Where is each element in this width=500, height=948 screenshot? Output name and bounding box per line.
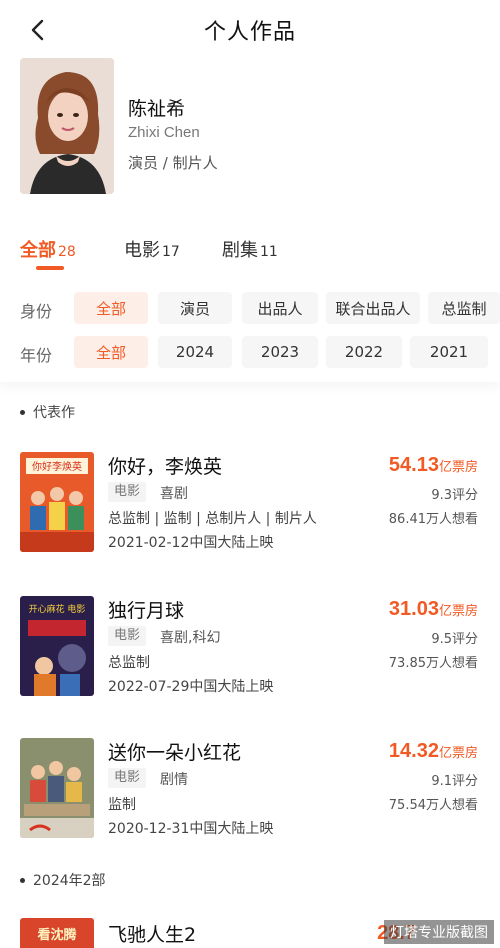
tab-series[interactable]: 剧集 11 bbox=[222, 236, 278, 262]
section-header-2024: 2024年2部 bbox=[20, 870, 106, 890]
year-chip-2024[interactable]: 2024 bbox=[158, 336, 232, 368]
section-title: 代表作 bbox=[33, 405, 75, 421]
bullet-dot bbox=[20, 409, 25, 415]
filter-label-year: 年份 bbox=[20, 346, 53, 365]
box-office-value: 54.13 bbox=[388, 454, 439, 476]
section-title: 2024年2部 bbox=[33, 873, 106, 889]
movie-poster: 你好李焕英 bbox=[20, 452, 94, 552]
movie-release: 2021-02-12中国大陆上映 bbox=[108, 535, 274, 551]
movie-poster: 开心麻花 电影 bbox=[20, 596, 94, 696]
movie-title: 飞驰人生2 bbox=[108, 924, 197, 946]
filter-row-identity: 身份 全部 演员 出品人 联合出品人 总监制 bbox=[0, 292, 500, 326]
poster-title-text: 开心麻花 电影 bbox=[29, 603, 86, 615]
movie-want-count: 86.41万人想看 bbox=[388, 512, 478, 527]
watermark: 灯塔专业版截图 bbox=[384, 920, 494, 944]
movie-score: 9.3评分 bbox=[431, 488, 478, 503]
tab-all-count: 28 bbox=[58, 244, 76, 260]
identity-chip-actor[interactable]: 演员 bbox=[158, 292, 232, 324]
poster-title-text: 看沈腾 bbox=[37, 928, 77, 943]
box-office-value: 14.32 bbox=[388, 740, 439, 762]
tab-all-label: 全部 bbox=[20, 240, 56, 261]
tab-movies-label: 电影 bbox=[124, 240, 160, 261]
movie-release: 2020-12-31中国大陆上映 bbox=[108, 821, 274, 837]
filter-panel: 身份 全部 演员 出品人 联合出品人 总监制 年份 全部 2024 2023 2… bbox=[0, 278, 500, 382]
movie-title: 独行月球 bbox=[108, 600, 185, 622]
movie-type-tag: 电影 bbox=[108, 626, 147, 646]
tab-all[interactable]: 全部 28 bbox=[20, 236, 76, 262]
avatar[interactable] bbox=[20, 58, 114, 194]
movie-roles: 总监制 | 监制 | 总制片人 | 制片人 bbox=[108, 511, 317, 527]
filter-label-identity: 身份 bbox=[20, 302, 53, 321]
movie-title: 送你一朵小红花 bbox=[108, 742, 242, 764]
movie-type-tag: 电影 bbox=[108, 482, 147, 502]
filter-row-year: 年份 全部 2024 2023 2022 2021 bbox=[0, 336, 500, 370]
year-chip-all[interactable]: 全部 bbox=[74, 336, 148, 368]
movie-genre: 剧情 bbox=[160, 772, 188, 788]
tab-bar: 全部 28 电影 17 剧集 11 bbox=[0, 228, 500, 274]
box-office-value: 31.03 bbox=[388, 598, 439, 620]
person-english-name: Zhixi Chen bbox=[128, 124, 200, 141]
tab-series-label: 剧集 bbox=[222, 240, 258, 261]
tab-movies-count: 17 bbox=[162, 244, 180, 260]
box-office: 14.32亿票房 bbox=[389, 740, 478, 763]
identity-chip-chief-supervisor[interactable]: 总监制 bbox=[428, 292, 500, 324]
page-title: 个人作品 bbox=[203, 20, 296, 45]
movie-roles: 监制 bbox=[108, 797, 136, 813]
box-office: 31.03亿票房 bbox=[389, 598, 478, 621]
year-chip-2022[interactable]: 2022 bbox=[326, 336, 402, 368]
identity-chip-producer[interactable]: 出品人 bbox=[242, 292, 318, 324]
bullet-dot bbox=[20, 877, 25, 883]
movie-genre: 喜剧 bbox=[160, 486, 188, 502]
active-tab-indicator bbox=[36, 266, 64, 270]
movie-want-count: 73.85万人想看 bbox=[388, 656, 478, 671]
movie-roles: 总监制 bbox=[108, 655, 150, 671]
movie-want-count: 75.54万人想看 bbox=[388, 798, 478, 813]
person-name: 陈祉希 bbox=[128, 98, 186, 120]
section-header-representative: 代表作 bbox=[20, 402, 75, 422]
movie-release: 2022-07-29中国大陆上映 bbox=[108, 679, 274, 695]
movie-item[interactable]: 送你一朵小红花 电影 剧情 监制 2020-12-31中国大陆上映 14.32亿… bbox=[20, 738, 480, 842]
year-chip-2023[interactable]: 2023 bbox=[242, 336, 318, 368]
year-chip-2021[interactable]: 2021 bbox=[410, 336, 488, 368]
profile-card: 陈祉希 Zhixi Chen 演员 / 制片人 bbox=[20, 58, 480, 196]
tab-movies[interactable]: 电影 17 bbox=[124, 236, 180, 262]
header-bar: 个人作品 bbox=[0, 0, 500, 58]
movie-type-tag: 电影 bbox=[108, 768, 147, 788]
movie-item[interactable]: 你好李焕英 你好，李焕英 电影 喜剧 总监制 | 监制 | 总制片人 | 制片人… bbox=[20, 452, 480, 556]
box-office-unit: 亿票房 bbox=[438, 604, 478, 619]
box-office-unit: 亿票房 bbox=[438, 460, 478, 475]
movie-item[interactable]: 开心麻花 电影 独行月球 电影 喜剧,科幻 总监制 2022-07-29中国大陆… bbox=[20, 596, 480, 700]
tab-series-count: 11 bbox=[260, 244, 278, 260]
movie-score: 9.1评分 bbox=[431, 774, 478, 789]
movie-poster bbox=[20, 738, 94, 838]
movie-score: 9.5评分 bbox=[431, 632, 478, 647]
movie-genre: 喜剧,科幻 bbox=[160, 630, 221, 646]
box-office: 54.13亿票房 bbox=[389, 454, 478, 477]
poster-title-text: 你好李焕英 bbox=[32, 460, 82, 473]
movie-poster: 看沈腾 bbox=[20, 918, 94, 948]
movie-title: 你好，李焕英 bbox=[108, 456, 223, 478]
identity-chip-all[interactable]: 全部 bbox=[74, 292, 148, 324]
identity-chip-co-producer[interactable]: 联合出品人 bbox=[326, 292, 420, 324]
person-roles: 演员 / 制片人 bbox=[128, 154, 218, 172]
box-office-unit: 亿票房 bbox=[438, 746, 478, 761]
